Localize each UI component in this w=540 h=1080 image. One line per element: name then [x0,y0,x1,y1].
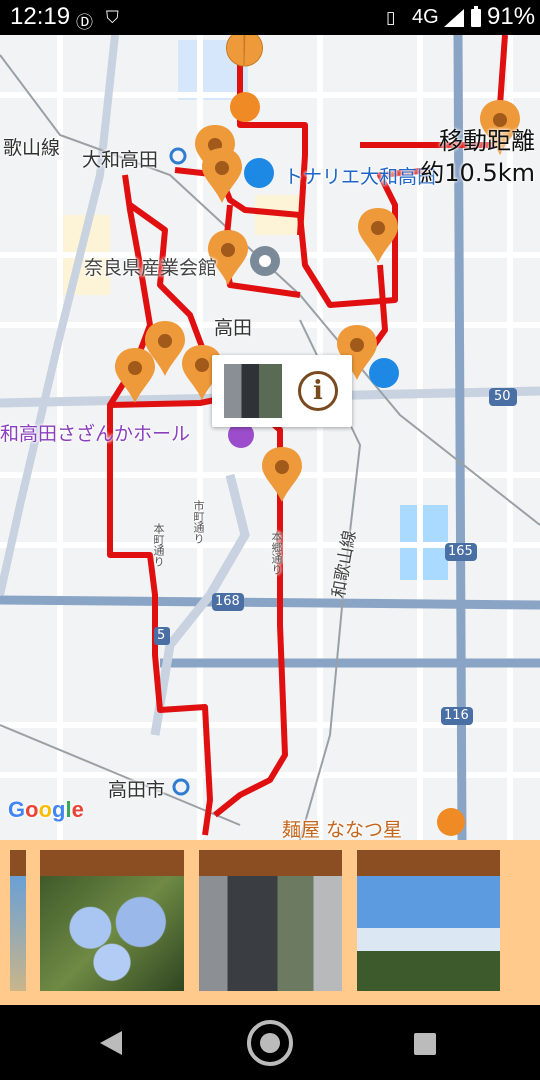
route-markers [226,35,263,67]
shield-icon: ⛉ [106,8,119,28]
map-label: 高田市 [108,779,166,801]
photo-thumbnail[interactable] [357,876,500,991]
route-shield-label: 5 [157,628,166,643]
map-marker[interactable] [262,447,302,502]
photo-card[interactable] [40,850,184,995]
route-shield-label: 50 [494,389,511,404]
home-icon[interactable] [247,1020,293,1066]
status-time: 12:19 [10,3,71,30]
photo-thumbnail[interactable] [40,876,184,991]
recents-icon[interactable] [414,1033,436,1055]
status-bar: 12:19 Ⓓ ⛉ ▯ 4G 91% [0,0,540,35]
map-label: 麺屋 ななつ星 [282,819,403,840]
photo-card[interactable] [357,850,500,995]
google-logo: Google [8,797,84,822]
photo-card[interactable] [10,850,26,995]
route-shield-label: 168 [215,594,240,609]
map-label: 奈良県産業会館 [84,257,218,279]
map-label: 本郷通り [270,531,283,575]
map-view[interactable]: 歌山線 大和高田 トナリエ大和高田 奈良県産業会館 高田 和高田さざんかホール … [0,35,540,840]
route-shield-label: 165 [448,544,473,559]
map-label: 市町通り [192,500,205,544]
restaurant-poi-icon[interactable] [437,808,465,836]
map-marker[interactable] [202,148,242,203]
map-label: 歌山線 [3,137,61,159]
marker-popup[interactable]: i [212,355,352,427]
map-marker[interactable] [115,348,155,403]
battery-icon [471,6,481,27]
photo-thumbnail[interactable] [10,876,26,991]
route-shield-label: 116 [444,708,469,723]
data-saver-icon: Ⓓ [76,13,93,33]
map-label: 高田 [214,317,253,339]
photo-strip[interactable] [0,840,540,1005]
popup-thumbnail[interactable] [224,364,282,418]
distance-panel: 移動距離 約10.5km [395,125,535,189]
photo-card-header [10,850,26,876]
shopping-poi-icon[interactable] [244,158,274,188]
photo-card-header [40,850,184,876]
photo-thumbnail[interactable] [199,876,342,991]
station-icon [169,147,187,165]
signal-icon [444,9,464,27]
vibrate-icon: ▯ [386,8,396,28]
network-type: 4G [412,6,439,28]
map-label: 本町通り [152,523,165,567]
restaurant-poi-icon[interactable] [230,92,260,122]
shopping-poi-icon[interactable] [369,358,399,388]
back-icon[interactable] [100,1031,122,1055]
distance-label: 移動距離 [439,127,535,155]
photo-card[interactable] [199,850,342,995]
station-icon [172,778,190,796]
photo-card-header [199,850,342,876]
battery-percent: 91% [487,3,536,30]
photo-card-header [357,850,500,876]
map-label: 大和高田 [82,149,159,171]
info-icon[interactable]: i [298,371,338,411]
distance-value: 約10.5km [420,159,535,187]
map-label: 和高田さざんかホール [0,423,191,445]
navigation-bar [0,1005,540,1080]
